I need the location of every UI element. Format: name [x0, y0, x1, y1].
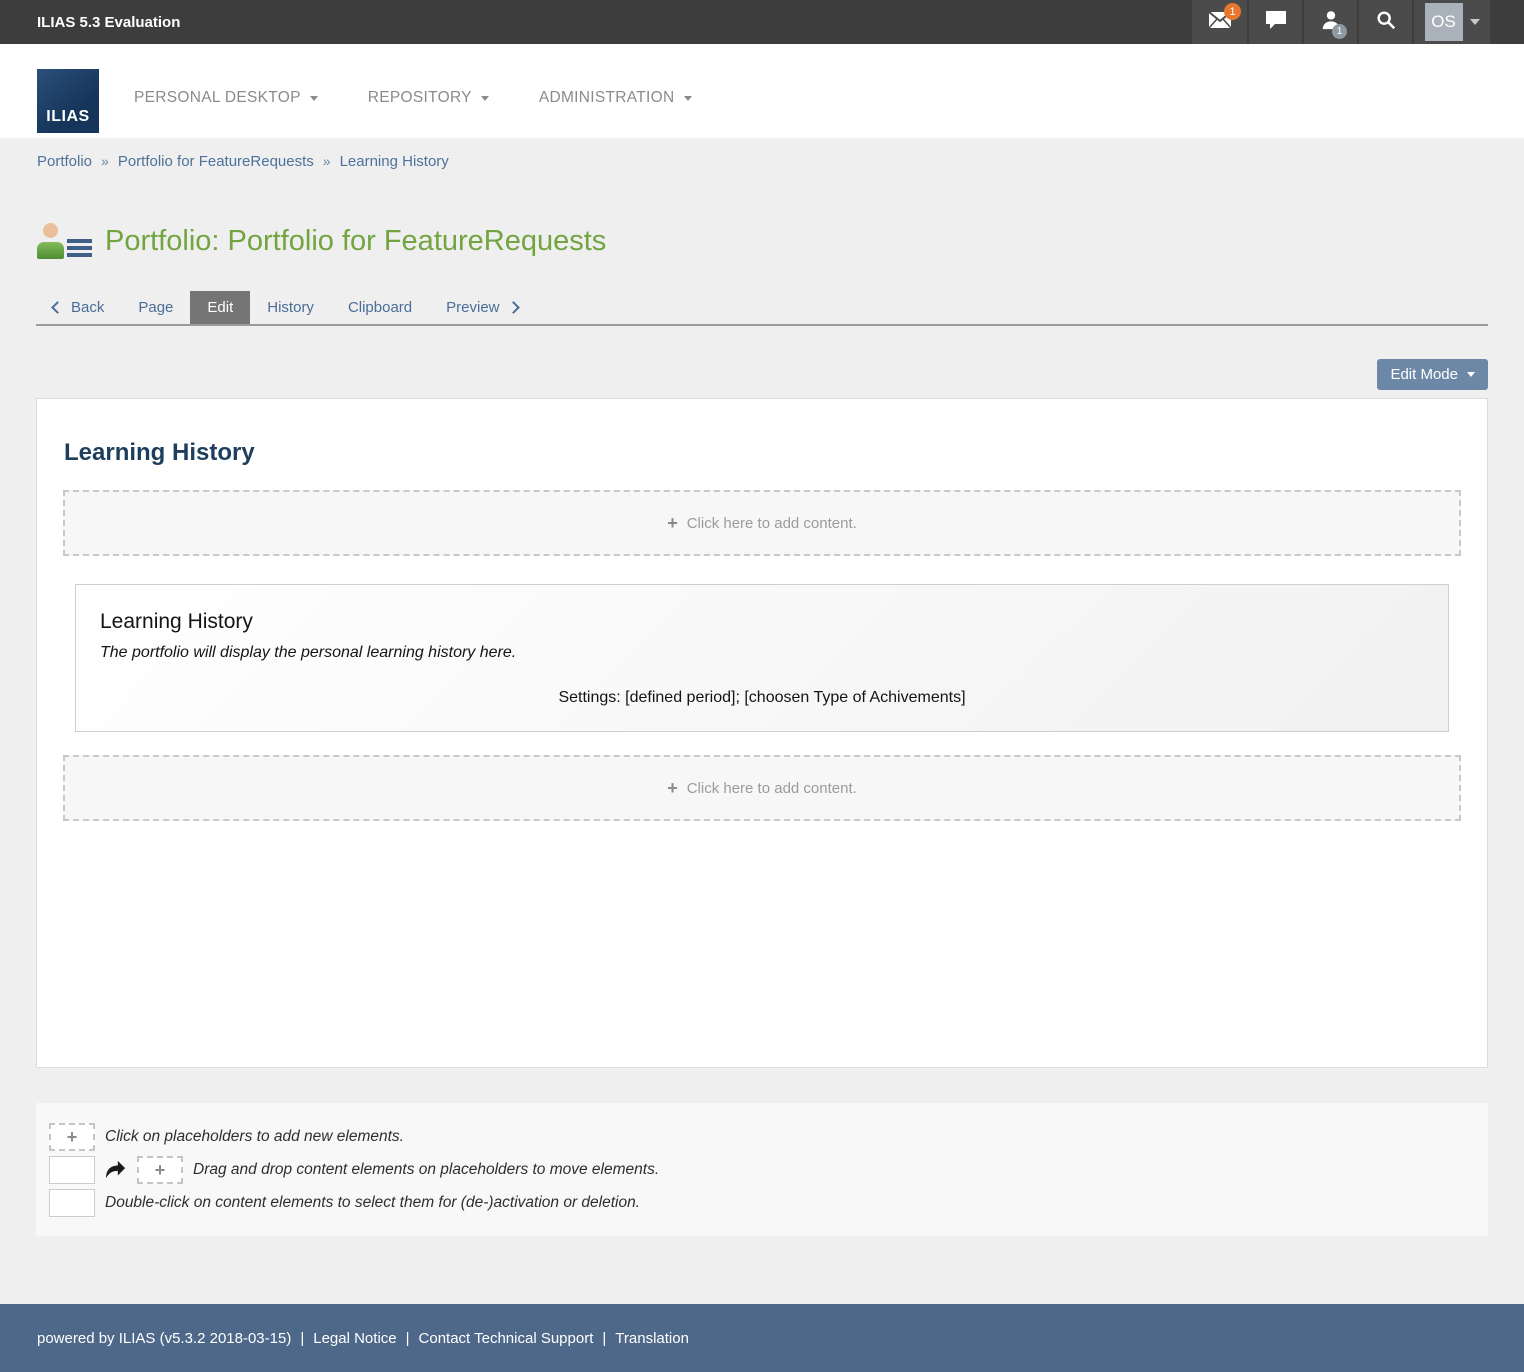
search-button[interactable] [1357, 0, 1412, 44]
placeholder-label: Click here to add content. [687, 515, 857, 532]
panel-heading: Learning History [64, 439, 1487, 467]
tab-label: Edit [207, 299, 233, 316]
nav-personal-desktop[interactable]: PERSONAL DESKTOP [134, 89, 318, 107]
top-bar: ILIAS 5.3 Evaluation 1 1 OS [0, 0, 1524, 44]
plus-icon: + [667, 779, 678, 797]
breadcrumb-separator: » [101, 153, 109, 169]
chevron-right-icon [507, 301, 520, 314]
placeholder-box-icon: + [49, 1123, 95, 1151]
add-content-placeholder-top[interactable]: + Click here to add content. [63, 490, 1461, 556]
edit-mode-label: Edit Mode [1390, 366, 1458, 383]
tab-page[interactable]: Page [121, 291, 190, 324]
page-title: Portfolio: Portfolio for FeatureRequests [105, 225, 606, 258]
client-title: ILIAS 5.3 Evaluation [0, 14, 180, 31]
user-button[interactable]: 1 [1302, 0, 1357, 44]
tab-label: History [267, 299, 314, 316]
block-description: The portfolio will display the personal … [100, 644, 1424, 662]
breadcrumb-portfolio-featurerequests[interactable]: Portfolio for FeatureRequests [118, 153, 314, 170]
content-box-icon [49, 1189, 95, 1217]
breadcrumb-learning-history[interactable]: Learning History [340, 153, 449, 170]
tab-bar: Back Page Edit History Clipboard Preview [36, 291, 1488, 326]
tab-back[interactable]: Back [36, 291, 121, 324]
edit-mode-button[interactable]: Edit Mode [1377, 359, 1488, 390]
help-row-drag: + Drag and drop content elements on plac… [49, 1155, 1475, 1185]
toolbar: Edit Mode [36, 359, 1488, 390]
portfolio-icon [36, 222, 96, 262]
mail-button[interactable]: 1 [1192, 0, 1247, 44]
main-header: ILIAS PERSONAL DESKTOP REPOSITORY ADMINI… [0, 44, 1524, 138]
breadcrumb: Portfolio » Portfolio for FeatureRequests »… [0, 138, 1524, 170]
user-menu-button[interactable]: OS [1412, 0, 1490, 44]
footer-separator: | [406, 1330, 410, 1347]
user-badge: 1 [1332, 24, 1347, 39]
help-row-add: + Click on placeholders to add new eleme… [49, 1122, 1475, 1152]
nav-label: ADMINISTRATION [539, 89, 675, 107]
editor-help-panel: + Click on placeholders to add new eleme… [36, 1103, 1488, 1236]
breadcrumb-portfolio[interactable]: Portfolio [37, 153, 92, 170]
nav-administration[interactable]: ADMINISTRATION [539, 89, 692, 107]
footer-link-contact-support[interactable]: Contact Technical Support [419, 1330, 594, 1347]
nav-label: REPOSITORY [368, 89, 472, 107]
tab-label: Preview [446, 299, 499, 316]
footer-separator: | [602, 1330, 606, 1347]
tab-history[interactable]: History [250, 291, 331, 324]
chevron-down-icon [310, 96, 318, 101]
title-row: Portfolio: Portfolio for FeatureRequests [36, 220, 1524, 263]
mail-badge: 1 [1224, 3, 1241, 20]
tab-label: Page [138, 299, 173, 316]
help-text: Click on placeholders to add new element… [105, 1128, 404, 1146]
plus-icon: + [667, 514, 678, 532]
powered-by-text: powered by ILIAS (v5.3.2 2018-03-15) [37, 1330, 291, 1347]
avatar: OS [1425, 3, 1463, 41]
help-row-select: Double-click on content elements to sele… [49, 1188, 1475, 1218]
page-content: Portfolio » Portfolio for FeatureRequests »… [0, 138, 1524, 1304]
help-text: Double-click on content elements to sele… [105, 1194, 640, 1212]
chat-icon [1265, 10, 1287, 35]
block-title: Learning History [100, 610, 1424, 634]
footer: powered by ILIAS (v5.3.2 2018-03-15) | L… [0, 1304, 1524, 1372]
footer-link-translation[interactable]: Translation [615, 1330, 689, 1347]
plus-icon: + [155, 1161, 166, 1179]
tab-label: Clipboard [348, 299, 412, 316]
chevron-down-icon [1470, 19, 1480, 25]
add-content-placeholder-bottom[interactable]: + Click here to add content. [63, 755, 1461, 821]
chevron-down-icon [481, 96, 489, 101]
help-text: Drag and drop content elements on placeh… [193, 1161, 659, 1179]
nav-label: PERSONAL DESKTOP [134, 89, 301, 107]
tab-edit[interactable]: Edit [190, 291, 250, 324]
main-nav: PERSONAL DESKTOP REPOSITORY ADMINISTRATI… [134, 75, 692, 107]
placeholder-box-icon: + [137, 1156, 183, 1184]
nav-repository[interactable]: REPOSITORY [368, 89, 489, 107]
chevron-down-icon [684, 96, 692, 101]
learning-history-block[interactable]: Learning History The portfolio will disp… [75, 584, 1449, 732]
tab-label: Back [71, 299, 104, 316]
content-box-icon [49, 1156, 95, 1184]
tab-clipboard[interactable]: Clipboard [331, 291, 429, 324]
page-editor-panel: Learning History + Click here to add con… [36, 398, 1488, 1068]
footer-separator: | [300, 1330, 304, 1347]
tab-preview[interactable]: Preview [429, 291, 534, 324]
topbar-icon-group: 1 1 OS [1192, 0, 1490, 44]
plus-icon: + [67, 1128, 78, 1146]
search-icon [1375, 9, 1397, 36]
chevron-left-icon [51, 301, 64, 314]
breadcrumb-separator: » [323, 153, 331, 169]
chat-button[interactable] [1247, 0, 1302, 44]
chevron-down-icon [1467, 372, 1475, 377]
block-settings: Settings: [defined period]; [choosen Typ… [100, 689, 1424, 707]
footer-link-legal-notice[interactable]: Legal Notice [313, 1330, 396, 1347]
drag-arrow-icon [105, 1160, 127, 1180]
placeholder-label: Click here to add content. [687, 780, 857, 797]
ilias-logo[interactable]: ILIAS [37, 69, 99, 133]
